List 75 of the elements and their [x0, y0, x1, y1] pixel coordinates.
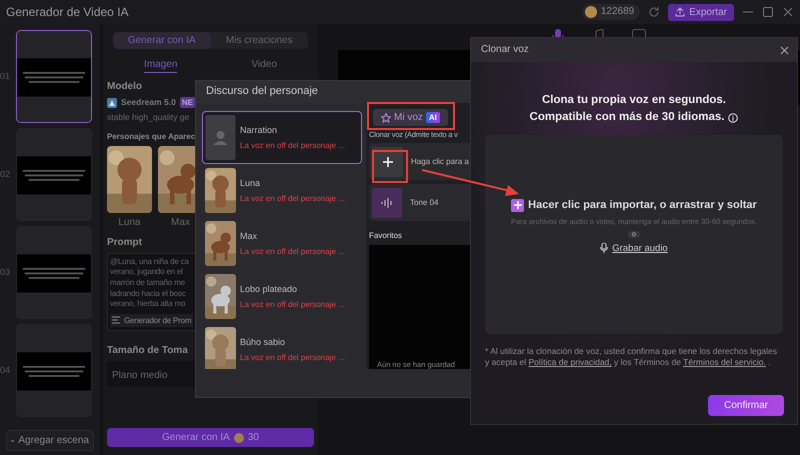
- prompt-label: Prompt: [107, 236, 142, 249]
- voice-item[interactable]: Luna La voz en off del personaje ...: [202, 164, 362, 217]
- voice-name: Luna: [240, 178, 262, 189]
- characters-label: Personajes que Aparec: [107, 132, 196, 142]
- plus-icon: [511, 198, 524, 212]
- headline: Clona tu propia voz en segundos.: [542, 94, 726, 108]
- voice-name: Narration: [240, 124, 278, 136]
- headline: Compatible con más de 30 idiomas.: [530, 110, 724, 125]
- voice-description: La voz en off del personaje ...: [240, 246, 345, 256]
- voice-description: La voz en off del personaje ...: [240, 194, 345, 204]
- voice-card[interactable]: Tone 04: [369, 184, 473, 221]
- dialog-title: Discurso del personaje: [206, 85, 318, 99]
- voice-item[interactable]: Max La voz en off del personaje ...: [202, 217, 362, 270]
- coin-icon: [234, 432, 244, 442]
- prompt-text: verano, jugando en el: [110, 267, 183, 277]
- avatar-placeholder-icon: [205, 115, 236, 160]
- voice-name: Lobo plateado: [240, 284, 298, 295]
- character-name: Max: [171, 216, 190, 229]
- window-title: Generador de Video IA: [6, 4, 129, 20]
- media-tab[interactable]: Video: [252, 59, 277, 73]
- upload-icon: [675, 7, 686, 17]
- add-voice-text: Haga clic para a: [411, 156, 469, 166]
- voice-name: Búho sabio: [240, 336, 286, 348]
- highlight-frame: [372, 150, 408, 183]
- privacy-policy-link[interactable]: Política de privacidad,: [528, 357, 612, 368]
- info-icon[interactable]: [728, 112, 738, 123]
- character-name: Luna: [118, 216, 141, 229]
- shot-size-label: Tamaño de Toma: [107, 344, 188, 357]
- add-scene-button[interactable]: Agregar escena: [6, 430, 94, 451]
- voice-item[interactable]: Narration La voz en off del personaje ...: [202, 111, 362, 164]
- add-voice-card[interactable]: Haga clic para a: [369, 143, 473, 180]
- prompt-text: @Luna, una niña de ca: [110, 256, 189, 266]
- export-button[interactable]: Exportar: [668, 4, 734, 20]
- voice-description: La voz en off del personaje ...: [240, 300, 345, 310]
- model-name: Seedream 5.0: [121, 97, 176, 108]
- microphone-icon: [600, 243, 608, 254]
- maximize-icon[interactable]: [762, 6, 774, 18]
- my-voice-tab[interactable]: Mi voz AI: [373, 109, 448, 126]
- close-icon[interactable]: [782, 6, 794, 18]
- voice-name: Max: [240, 230, 258, 242]
- prompt-text: marrón de tamaño me: [110, 278, 185, 288]
- scene-number: 01: [0, 71, 12, 82]
- refresh-icon[interactable]: [648, 6, 660, 18]
- model-logo-icon: [107, 98, 117, 108]
- coin-icon: [584, 6, 597, 18]
- plus-icon: [382, 156, 392, 166]
- scene-number: 03: [0, 267, 12, 278]
- model-label: Modelo: [107, 81, 142, 93]
- record-audio-link[interactable]: Grabar audio: [612, 242, 668, 254]
- scene-number: 04: [0, 365, 12, 376]
- credits-value: 122689: [600, 6, 634, 18]
- voice-description: La voz en off del personaje ...: [240, 140, 345, 150]
- terms-of-service-link[interactable]: Términos del servicio.: [683, 357, 766, 368]
- voice-name: Tone 04: [410, 198, 438, 208]
- voice-item[interactable]: Búho sabio La voz en off del personaje ...: [202, 323, 362, 369]
- prompt-text: ladrando hacia el bosc: [110, 288, 186, 298]
- ai-badge: AI: [426, 112, 440, 123]
- star-icon: [381, 112, 391, 122]
- prompt-generator-button[interactable]: Generador de Prom: [110, 314, 194, 327]
- confirm-button[interactable]: Confirmar: [708, 395, 784, 416]
- list-icon: [112, 316, 122, 324]
- prompt-text: verano, hierba alta mo: [110, 299, 186, 309]
- legal-disclaimer: * Al utilizar la clonación de voz, usted confirma que tiene los derechos legales y acepta el Política de privacidad, y los Términos de Términos del servicio. .: [485, 346, 778, 370]
- dialog-title: Clonar voz: [481, 44, 529, 56]
- sound-wave-icon: [381, 198, 393, 208]
- generate-button[interactable]: Generar con IA 30: [107, 428, 314, 447]
- voice-description: La voz en off del personaje ...: [240, 352, 345, 362]
- favorites-label: Favoritos: [369, 231, 403, 241]
- model-description: stable high_quality ge: [107, 112, 190, 122]
- media-tab[interactable]: Imagen: [144, 59, 178, 73]
- new-badge: NE: [180, 97, 195, 108]
- voice-item[interactable]: Lobo plateado La voz en off del personaje ...: [202, 270, 362, 323]
- import-label: Hacer clic para importar, o arrastrar y soltar: [528, 198, 757, 212]
- close-icon[interactable]: [780, 46, 789, 54]
- scene-number: 02: [0, 169, 12, 180]
